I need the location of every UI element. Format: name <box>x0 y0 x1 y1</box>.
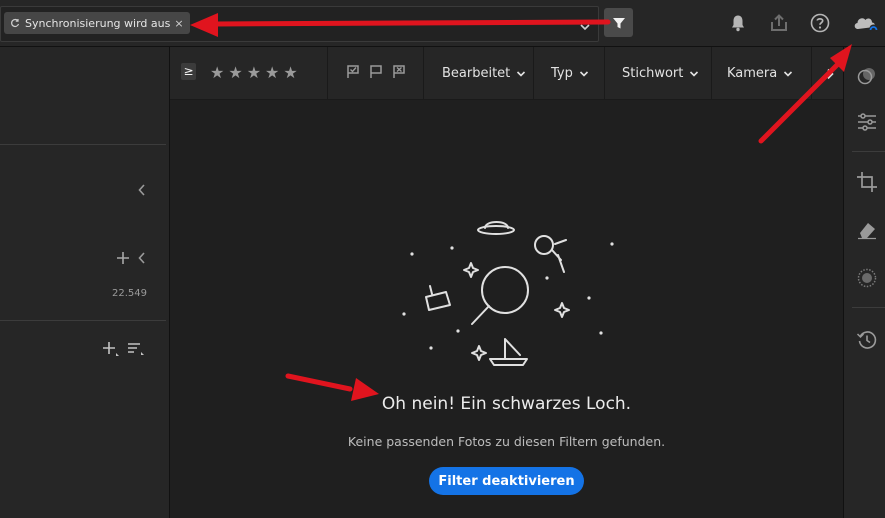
divider <box>852 307 885 308</box>
sync-filter-chip[interactable]: Synchronisierung wird aus ... × <box>4 12 190 34</box>
divider <box>811 47 812 99</box>
rating-stars[interactable]: ★ ★ ★ ★ ★ <box>210 63 298 82</box>
chevron-down-icon <box>690 70 699 77</box>
filter-camera[interactable]: Kamera <box>727 66 793 81</box>
cloud-sync-icon <box>854 18 878 33</box>
black-hole-illustration <box>402 221 614 366</box>
empty-state-title: Oh nein! Ein schwarzes Loch. <box>381 394 632 414</box>
divider <box>327 47 328 99</box>
divider <box>0 320 166 321</box>
filter-keyword[interactable]: Stichwort <box>622 66 699 81</box>
filter-type-label: Typ <box>551 66 573 81</box>
filter-edited[interactable]: Bearbeitet <box>442 66 526 81</box>
close-icon[interactable]: × <box>172 17 186 30</box>
filter-button[interactable] <box>604 8 633 37</box>
sort-icon[interactable] <box>127 342 145 356</box>
divider <box>852 151 885 152</box>
add-icon[interactable] <box>103 341 119 357</box>
chevron-down-icon[interactable] <box>579 22 591 32</box>
share-icon <box>771 14 787 31</box>
bell-icon <box>732 15 744 32</box>
star-icon[interactable]: ★ <box>228 63 242 82</box>
star-icon[interactable]: ★ <box>247 63 261 82</box>
add-icon[interactable] <box>116 251 130 265</box>
chevron-right-icon[interactable] <box>826 68 835 80</box>
chevron-left-icon[interactable] <box>137 251 147 265</box>
masking-icon[interactable] <box>856 267 878 289</box>
top-bar: Synchronisierung wird aus ... × <box>0 0 885 47</box>
flag-reject-icon[interactable] <box>392 65 406 79</box>
filter-keyword-label: Stichwort <box>622 66 684 81</box>
filter-bar: ≥ ★ ★ ★ ★ ★ Bearbeitet Typ Stichwort Kam… <box>170 47 843 100</box>
flag-pick-icon[interactable] <box>346 65 360 79</box>
rating-operator[interactable]: ≥ <box>181 63 196 80</box>
cloud-sync-button[interactable] <box>852 12 880 34</box>
sync-chip-label: Synchronisierung wird aus ... <box>25 16 172 30</box>
divider <box>533 47 534 99</box>
chevron-down-icon <box>517 70 526 77</box>
filter-camera-label: Kamera <box>727 66 778 81</box>
star-icon[interactable]: ★ <box>283 63 297 82</box>
crop-icon[interactable] <box>856 171 878 193</box>
share-button[interactable] <box>768 12 790 34</box>
filter-edited-label: Bearbeitet <box>442 66 511 81</box>
notifications-button[interactable] <box>727 12 749 34</box>
photo-grid-area: Oh nein! Ein schwarzes Loch. Keine passe… <box>170 100 843 518</box>
chevron-down-icon <box>579 70 588 77</box>
help-icon <box>810 13 830 33</box>
divider <box>604 47 605 99</box>
chevron-down-icon <box>784 70 793 77</box>
divider <box>711 47 712 99</box>
left-panel: 22.549 <box>0 47 170 518</box>
star-icon[interactable]: ★ <box>265 63 279 82</box>
divider <box>423 47 424 99</box>
help-button[interactable] <box>809 12 831 34</box>
empty-state-subtitle: Keine passenden Fotos zu diesen Filtern … <box>347 434 666 449</box>
filter-icon <box>612 17 625 28</box>
divider <box>0 144 166 145</box>
photo-count: 22.549 <box>112 288 147 299</box>
filter-search-field[interactable]: Synchronisierung wird aus ... × <box>0 6 599 42</box>
star-icon[interactable]: ★ <box>210 63 224 82</box>
chevron-left-icon[interactable] <box>137 183 147 197</box>
right-tool-panel <box>843 47 885 518</box>
edit-sliders-icon[interactable] <box>856 111 878 133</box>
disable-filters-button[interactable]: Filter deaktivieren <box>429 467 584 495</box>
sync-icon <box>11 18 20 28</box>
flag-filters <box>346 65 406 79</box>
flag-unflag-icon[interactable] <box>369 65 383 79</box>
presets-icon[interactable] <box>856 65 878 87</box>
healing-icon[interactable] <box>856 219 878 241</box>
versions-icon[interactable] <box>856 329 878 351</box>
filter-type[interactable]: Typ <box>551 66 589 81</box>
